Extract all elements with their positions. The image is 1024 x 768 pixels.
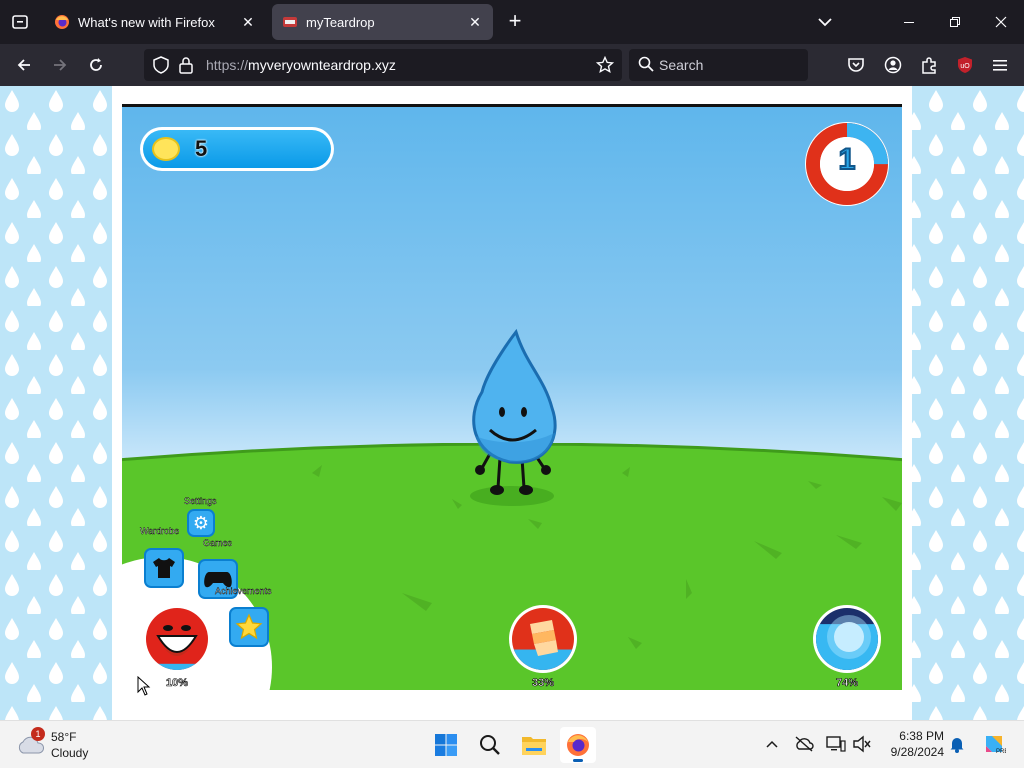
star-icon <box>235 613 263 640</box>
settings-label: Settings <box>184 496 217 506</box>
reload-icon[interactable] <box>83 52 109 78</box>
coin-icon <box>152 137 180 161</box>
tab-strip: What's new with Firefox ✕ myTeardrop ✕ + <box>0 0 1024 44</box>
firefox-view-icon[interactable] <box>8 10 32 34</box>
level-number: 1 <box>838 142 857 177</box>
forward-icon[interactable] <box>47 52 73 78</box>
svg-text:uO: uO <box>960 63 970 70</box>
energy-orb-icon <box>813 605 881 673</box>
notification-bell-icon[interactable] <box>946 733 968 755</box>
food-percent: 33% <box>531 677 555 690</box>
file-explorer-icon[interactable] <box>516 727 552 763</box>
coin-counter: 5 <box>140 127 334 171</box>
mouse-cursor-icon <box>137 676 151 696</box>
url-text[interactable]: https://myveryownteardrop.xyz <box>206 57 396 73</box>
weather-condition: Cloudy <box>51 746 89 760</box>
tab-myteardrop[interactable]: myTeardrop ✕ <box>272 4 493 40</box>
weather-alert-badge: 1 <box>31 727 45 741</box>
copilot-icon[interactable]: PRE <box>981 731 1007 757</box>
clock[interactable]: 6:38 PM 9/28/2024 <box>876 728 944 760</box>
active-app-indicator <box>573 759 583 762</box>
close-window-icon[interactable] <box>989 10 1013 34</box>
food-stat-button[interactable] <box>508 604 578 674</box>
search-icon <box>638 56 654 77</box>
energy-percent: 74% <box>835 677 859 690</box>
network-icon[interactable] <box>825 733 847 755</box>
clock-time: 6:38 PM <box>899 729 944 743</box>
game-canvas[interactable]: 5 1 Settings ⚙ Wardrobe Games Achievemen… <box>122 104 902 690</box>
volume-muted-icon[interactable] <box>851 733 873 755</box>
tab-whats-new[interactable]: What's new with Firefox ✕ <box>44 4 266 40</box>
happiness-stat-button[interactable] <box>142 604 212 674</box>
shirt-icon <box>153 558 175 578</box>
close-tab-icon[interactable]: ✕ <box>240 14 256 30</box>
wardrobe-button[interactable] <box>144 548 184 588</box>
clock-date: 9/28/2024 <box>890 745 944 759</box>
happy-face-icon <box>143 605 211 673</box>
firefox-taskbar-icon[interactable] <box>560 727 596 763</box>
achievements-button[interactable] <box>229 607 269 647</box>
url-host: myveryownteardrop.xyz <box>248 57 396 73</box>
weather-temperature: 58°F <box>51 730 77 744</box>
teardrop-favicon <box>282 14 298 30</box>
firefox-icon <box>54 14 70 30</box>
svg-text:PRE: PRE <box>996 749 1006 755</box>
restore-icon[interactable] <box>943 10 967 34</box>
search-bar[interactable] <box>629 49 808 81</box>
show-hidden-icons-chevron-icon[interactable] <box>761 733 783 755</box>
close-tab-icon[interactable]: ✕ <box>467 14 483 30</box>
achievements-label: Achievements <box>215 586 272 596</box>
extensions-icon[interactable] <box>916 52 942 78</box>
start-icon[interactable] <box>428 727 464 763</box>
bookmark-star-icon[interactable] <box>595 55 615 79</box>
url-protocol: https:// <box>206 57 249 73</box>
wardrobe-label: Wardrobe <box>140 526 180 536</box>
level-badge[interactable]: 1 <box>804 121 890 207</box>
new-tab-button[interactable]: + <box>503 10 527 34</box>
energy-stat-button[interactable] <box>812 604 882 674</box>
weather-widget[interactable]: 1 58°F Cloudy <box>16 727 136 763</box>
tab-title: myTeardrop <box>306 14 375 30</box>
onedrive-offline-icon[interactable] <box>793 733 815 755</box>
navigation-toolbar: https://myveryownteardrop.xyz uO <box>0 44 1024 86</box>
address-bar[interactable]: https://myveryownteardrop.xyz <box>144 49 622 81</box>
page-content: 5 1 Settings ⚙ Wardrobe Games Achievemen… <box>0 86 1024 720</box>
minimize-icon[interactable] <box>897 10 921 34</box>
menu-icon[interactable] <box>987 52 1013 78</box>
list-all-tabs-icon[interactable] <box>815 12 835 32</box>
food-icon <box>509 605 577 673</box>
settings-button[interactable]: ⚙ <box>187 509 215 537</box>
lock-icon[interactable] <box>178 56 194 79</box>
teardrop-character[interactable] <box>452 328 572 518</box>
back-icon[interactable] <box>11 52 37 78</box>
search-input[interactable] <box>659 55 799 75</box>
account-icon[interactable] <box>880 52 906 78</box>
happiness-percent: 10% <box>165 677 189 690</box>
search-icon[interactable] <box>472 727 508 763</box>
tracking-protection-icon[interactable] <box>152 56 170 79</box>
windows-taskbar: 1 58°F Cloudy 6:38 PM 9/28/2024 PRE <box>0 720 1024 768</box>
tab-title: What's new with Firefox <box>78 14 215 30</box>
games-label: Games <box>203 538 233 548</box>
coin-count: 5 <box>195 136 208 161</box>
ublock-icon[interactable]: uO <box>952 52 978 78</box>
gear-icon: ⚙ <box>192 513 210 533</box>
pocket-icon[interactable] <box>843 52 869 78</box>
